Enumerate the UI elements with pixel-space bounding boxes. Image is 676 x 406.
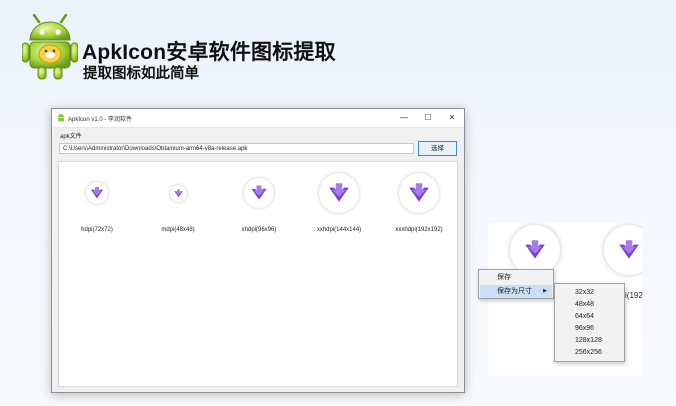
app-store-arrow-icon: [619, 240, 639, 259]
maximize-button[interactable]: ☐: [416, 109, 440, 127]
app-icon-preview[interactable]: [86, 182, 108, 204]
app-store-arrow-icon: [329, 183, 349, 202]
app-store-arrow-icon: [409, 183, 429, 202]
icon-size-label: hdpi(72x72): [81, 227, 113, 233]
submenu-item-size[interactable]: 256x256: [575, 347, 602, 359]
app-store-arrow-icon: [91, 187, 103, 199]
app-store-arrow-icon: [251, 185, 267, 200]
menu-item-save-as-size[interactable]: 保存为尺寸 ▶: [480, 285, 552, 298]
icon-size-label: mdpi(48x48): [161, 227, 195, 233]
app-icon-preview[interactable]: [244, 178, 274, 208]
app-store-arrow-icon: [173, 188, 183, 197]
menu-item-save-as-size-label: 保存为尺寸: [497, 288, 532, 295]
zoom-icon-xxhdpi[interactable]: [510, 225, 560, 275]
app-icon-preview[interactable]: [399, 173, 439, 213]
app-icon-preview[interactable]: [169, 184, 187, 202]
icon-size-label: xxxhdpi(192x192): [395, 227, 443, 233]
select-file-button[interactable]: 选择: [418, 141, 457, 156]
submenu-item-size[interactable]: 128x128: [575, 335, 602, 347]
submenu-item-size[interactable]: 48x48: [575, 299, 594, 311]
size-submenu: 32x32 48x48 64x64 96x96 128x128 256x256: [554, 283, 625, 362]
banner-subtitle: 提取图标如此简单: [83, 66, 199, 82]
icon-size-label: xxhdpi(144x144): [316, 227, 362, 233]
icon-panel: hdpi(72x72) mdpi(48x48) xhdpi(96x96) xxhdpi…: [58, 161, 458, 387]
context-menu: 保存 保存为尺寸 ▶: [478, 269, 554, 299]
submenu-item-size[interactable]: 96x96: [575, 323, 594, 335]
icon-size-label: xhdpi(96x96): [241, 227, 277, 233]
submenu-item-size[interactable]: 64x64: [575, 311, 594, 323]
android-logo-icon: [22, 14, 78, 80]
submenu-item-size[interactable]: 32x32: [575, 287, 594, 299]
close-button[interactable]: ✕: [440, 109, 464, 127]
menu-item-save[interactable]: 保存: [480, 271, 552, 284]
zoom-partial-label: i(192: [625, 291, 643, 300]
app-icon-preview[interactable]: [319, 173, 359, 213]
title-bar[interactable]: ApkIcon v1.0 - 李润软件 — ☐ ✕: [52, 109, 464, 128]
zoom-icon-xxxhdpi[interactable]: [604, 225, 643, 275]
app-store-arrow-icon: [525, 240, 545, 259]
apk-file-label: apk文件: [60, 134, 82, 140]
app-window: ApkIcon v1.0 - 李润软件 — ☐ ✕ apk文件 C:\Users…: [51, 108, 465, 393]
apk-path-input[interactable]: C:\Users\Administrator\Downloads\Obtaini…: [59, 143, 414, 154]
app-android-icon: [58, 114, 64, 122]
window-title: ApkIcon v1.0 - 李润软件: [68, 117, 133, 123]
submenu-arrow-icon: ▶: [543, 288, 547, 294]
minimize-button[interactable]: —: [392, 109, 416, 127]
